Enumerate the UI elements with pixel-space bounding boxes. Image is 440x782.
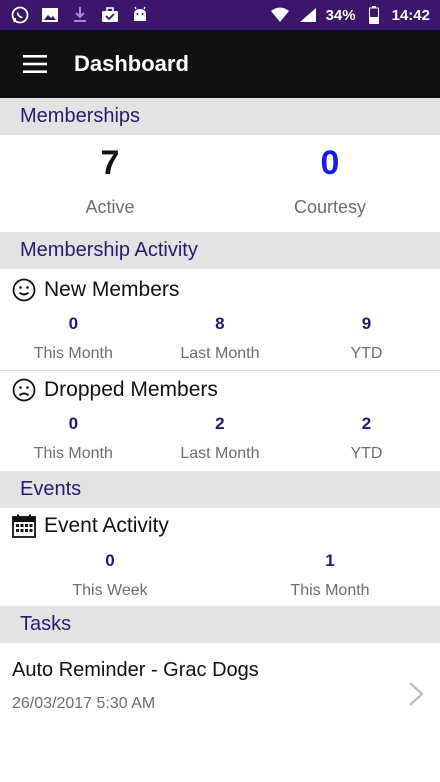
active-stat[interactable]: 7 Active xyxy=(0,139,220,218)
briefcase-check-icon xyxy=(100,5,120,25)
app-bar: Dashboard xyxy=(0,30,440,98)
image-icon xyxy=(40,5,60,25)
stat-label: Last Month xyxy=(180,345,260,362)
memberships-header: Memberships xyxy=(0,98,440,135)
task-item[interactable]: Auto Reminder - Grac Dogs 26/03/2017 5:3… xyxy=(0,643,440,743)
active-label: Active xyxy=(85,197,135,217)
download-icon xyxy=(70,5,90,25)
menu-button[interactable] xyxy=(0,30,70,98)
stat-value: 9 xyxy=(361,314,372,333)
event-activity-stats: 0 This Week 1 This Month xyxy=(0,550,440,600)
courtesy-label: Courtesy xyxy=(293,197,367,217)
new-members-title: New Members xyxy=(44,278,180,301)
memberships-stats: 7 Active 0 Courtesy xyxy=(0,139,440,218)
stat-label: This Month xyxy=(290,582,370,599)
stat-label: Last Month xyxy=(180,445,260,462)
stat-value: 0 xyxy=(105,551,115,570)
new-members-this-month[interactable]: 0 This Month xyxy=(0,313,147,363)
stat-value: 1 xyxy=(325,551,335,570)
stat-value: 0 xyxy=(68,414,79,433)
task-title: Auto Reminder - Grac Dogs xyxy=(12,659,259,681)
hamburger-menu-icon xyxy=(23,55,47,73)
courtesy-stat[interactable]: 0 Courtesy xyxy=(220,139,440,218)
tasks-header: Tasks xyxy=(0,606,440,643)
android-icon xyxy=(130,5,150,25)
dropped-members-title-row: Dropped Members xyxy=(12,378,218,402)
smile-icon xyxy=(12,278,36,302)
stat-label: YTD xyxy=(350,345,383,362)
page-title: Dashboard xyxy=(74,51,189,76)
system-status: 34% 14:42 xyxy=(270,5,430,25)
event-activity-title: Event Activity xyxy=(44,514,169,537)
courtesy-count: 0 xyxy=(320,144,340,182)
notification-icons xyxy=(10,5,150,25)
clock: 14:42 xyxy=(391,6,430,24)
stat-value: 2 xyxy=(361,414,372,433)
wifi-icon xyxy=(270,5,290,25)
membership-activity-header: Membership Activity xyxy=(0,232,440,269)
active-count: 7 xyxy=(100,144,120,182)
dropped-members-stats: 0 This Month 2 Last Month 2 YTD xyxy=(0,413,440,463)
events-header: Events xyxy=(0,471,440,508)
stat-value: 0 xyxy=(68,314,79,333)
new-members-ytd[interactable]: 9 YTD xyxy=(293,313,440,363)
new-members-title-row: New Members xyxy=(12,278,179,302)
signal-icon xyxy=(298,5,318,25)
dropped-members-ytd[interactable]: 2 YTD xyxy=(293,413,440,463)
divider xyxy=(0,370,440,371)
battery-icon xyxy=(364,5,384,25)
stat-value: 8 xyxy=(215,314,225,333)
stat-label: This Month xyxy=(33,445,113,462)
task-date: 26/03/2017 5:30 AM xyxy=(12,695,156,712)
events-this-month[interactable]: 1 This Month xyxy=(220,550,440,600)
status-bar: 34% 14:42 xyxy=(0,0,440,30)
frown-icon xyxy=(12,378,36,402)
stat-label: YTD xyxy=(350,445,383,462)
dropped-members-this-month[interactable]: 0 This Month xyxy=(0,413,147,463)
stat-value: 2 xyxy=(215,414,225,433)
event-activity-title-row: Event Activity xyxy=(12,514,169,538)
new-members-stats: 0 This Month 8 Last Month 9 YTD xyxy=(0,313,440,363)
dropped-members-last-month[interactable]: 2 Last Month xyxy=(147,413,294,463)
new-members-last-month[interactable]: 8 Last Month xyxy=(147,313,294,363)
stat-label: This Month xyxy=(33,345,113,362)
dropped-members-title: Dropped Members xyxy=(44,378,218,401)
chevron-right-icon xyxy=(409,682,424,706)
whatsapp-icon xyxy=(10,5,30,25)
battery-percent: 34% xyxy=(325,6,356,24)
stat-label: This Week xyxy=(72,582,148,599)
calendar-icon xyxy=(12,514,36,538)
events-this-week[interactable]: 0 This Week xyxy=(0,550,220,600)
